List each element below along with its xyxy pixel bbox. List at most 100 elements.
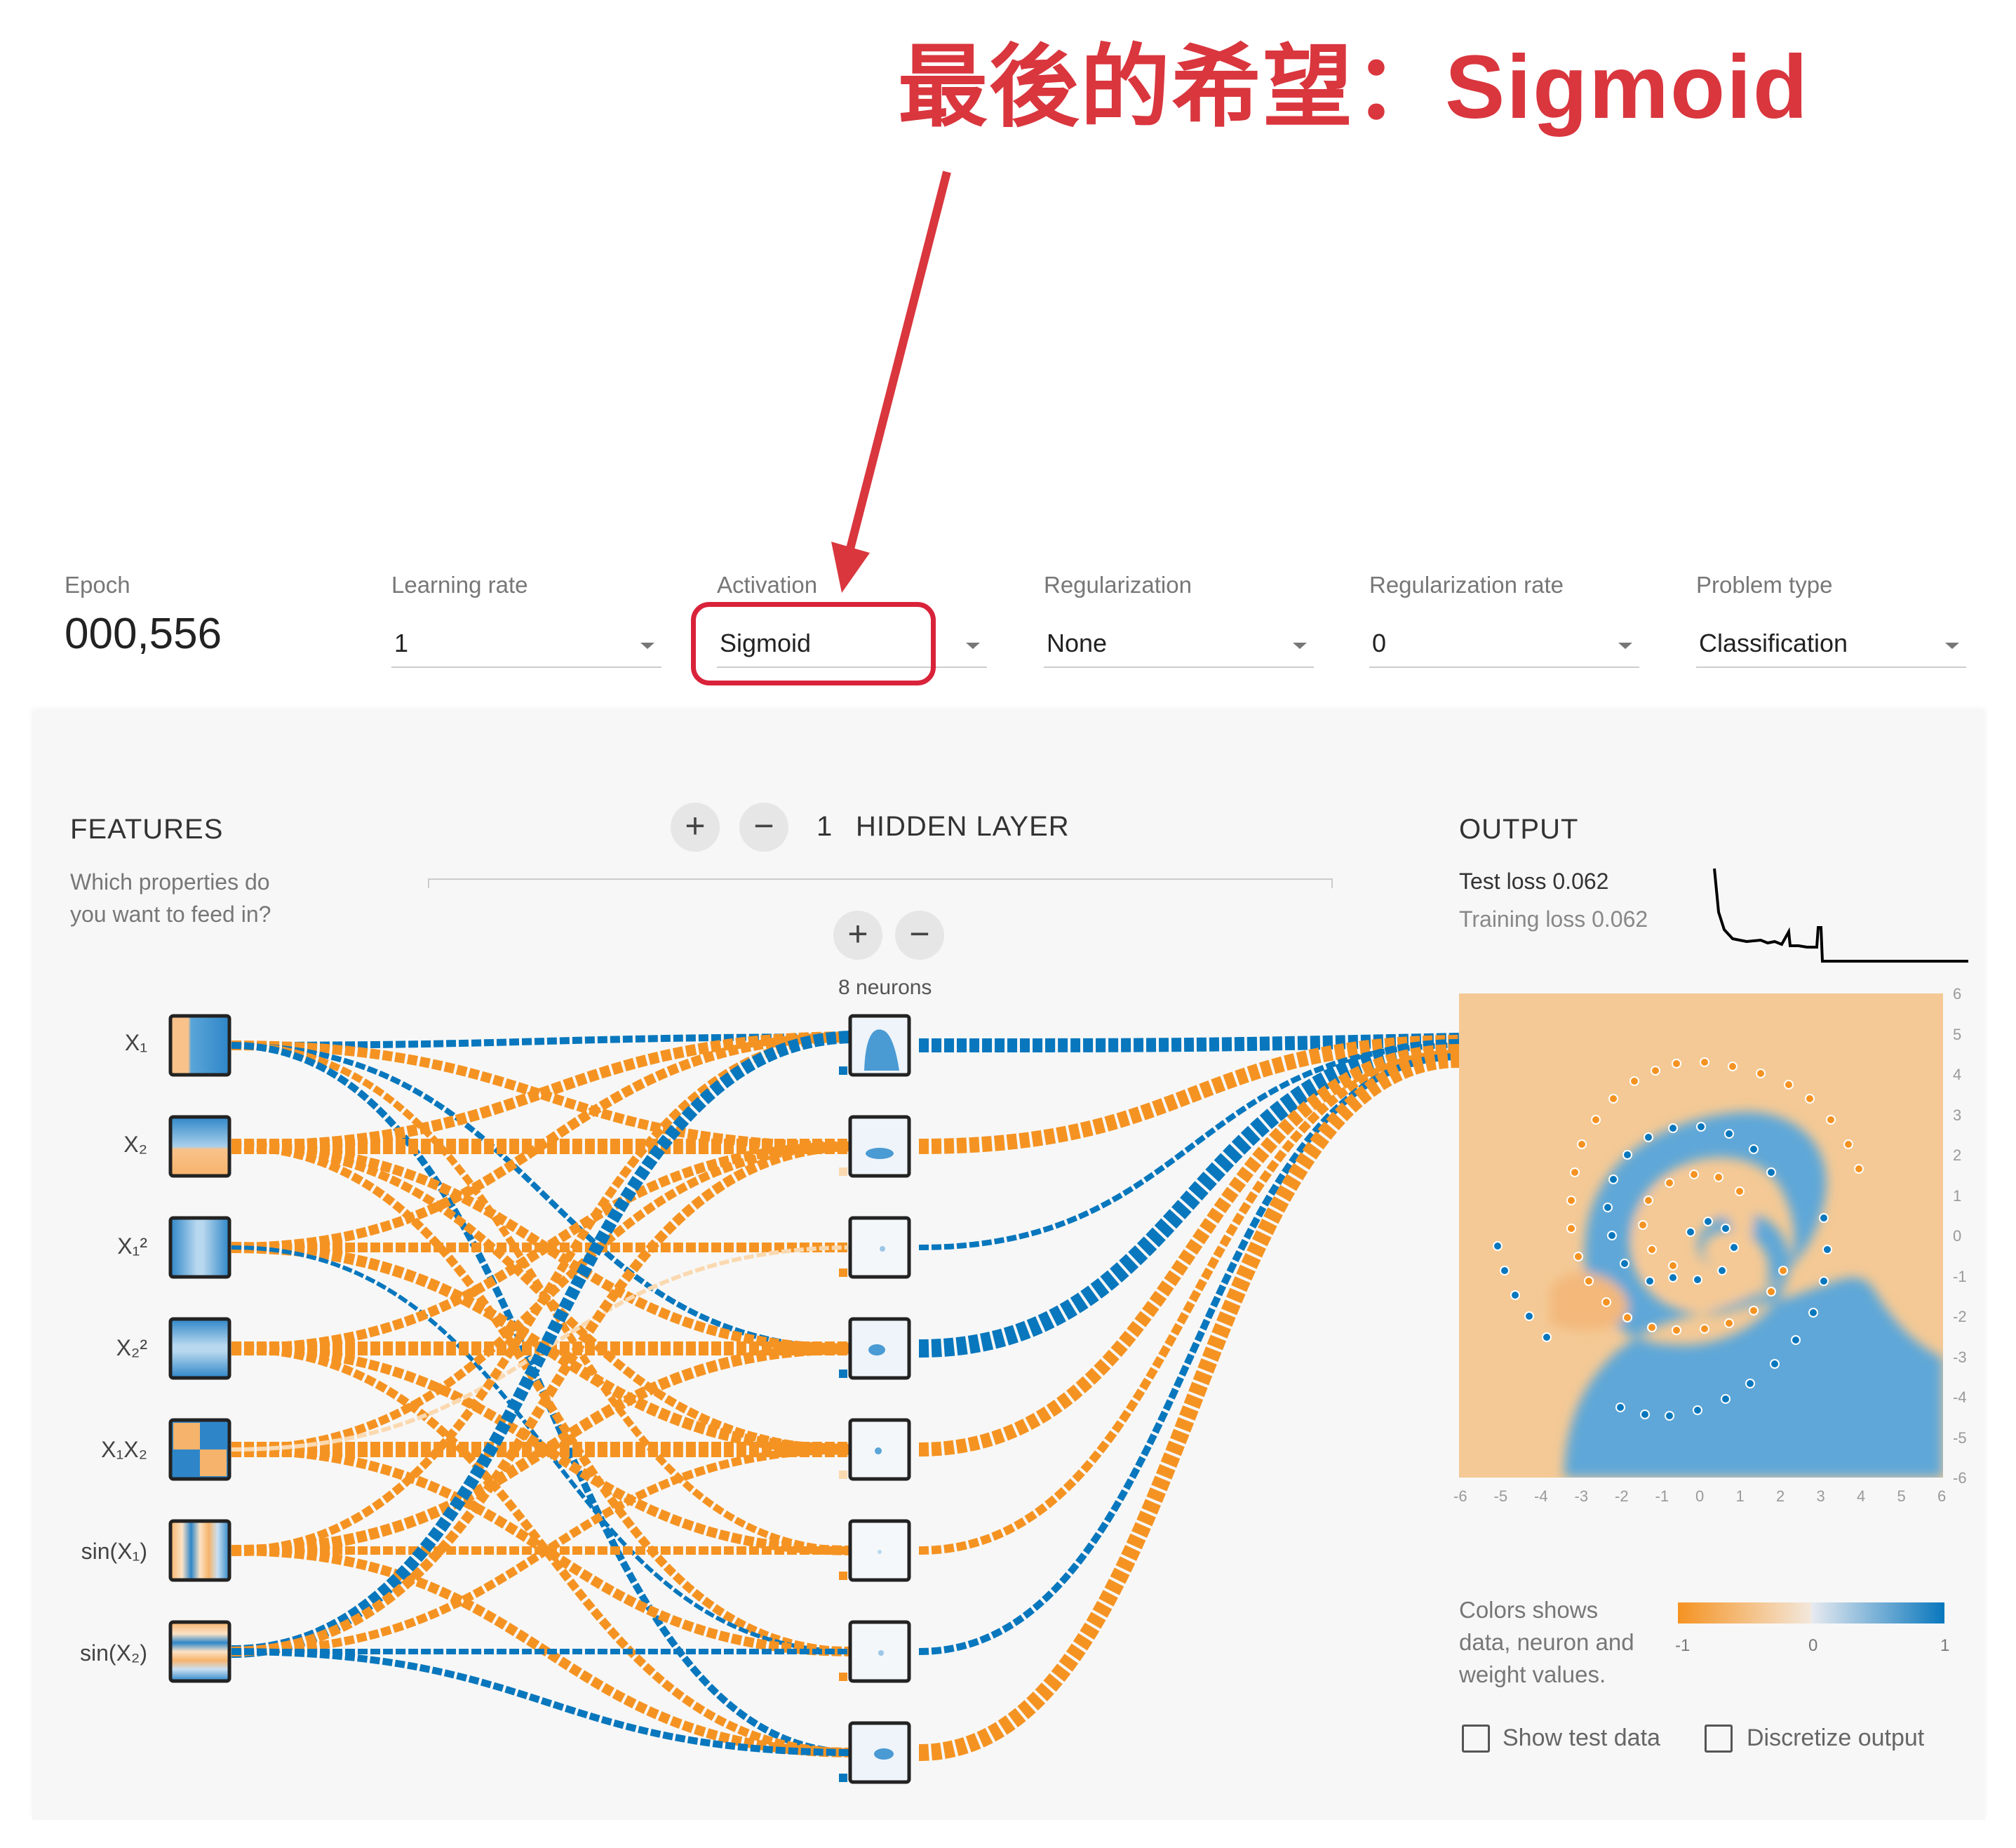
discretize-output-label[interactable]: Discretize output: [1747, 1725, 1924, 1752]
data-point: [1608, 1094, 1618, 1104]
y-tick: 3: [1953, 1106, 1962, 1124]
data-point: [1644, 1132, 1653, 1142]
data-point: [1703, 1217, 1713, 1226]
neuron-activation: [866, 1148, 894, 1159]
data-point: [1638, 1220, 1648, 1230]
data-point: [1805, 1094, 1815, 1104]
feature-node-sin-x1[interactable]: [168, 1519, 231, 1582]
x-tick: -3: [1574, 1487, 1589, 1505]
data-point: [1668, 1123, 1678, 1133]
x-tick: -2: [1615, 1487, 1629, 1505]
legend-min: -1: [1675, 1636, 1691, 1655]
data-point: [1570, 1167, 1580, 1177]
show-test-data-checkbox[interactable]: [1462, 1725, 1490, 1753]
data-point: [1721, 1224, 1731, 1233]
data-point: [1854, 1164, 1864, 1174]
y-tick: -1: [1953, 1267, 1967, 1285]
neuron-3[interactable]: [848, 1216, 911, 1279]
x-tick: 4: [1857, 1487, 1866, 1505]
data-point: [1826, 1115, 1836, 1125]
bias-marker[interactable]: [839, 1167, 847, 1176]
data-point: [1647, 1245, 1657, 1254]
data-point: [1724, 1318, 1734, 1328]
data-point: [1620, 1259, 1629, 1268]
data-point: [1573, 1252, 1583, 1261]
link[interactable]: [918, 1051, 1460, 1761]
data-point: [1843, 1139, 1853, 1149]
feature-node-x1[interactable]: [168, 1014, 231, 1077]
data-point: [1721, 1394, 1731, 1404]
data-point: [1629, 1076, 1639, 1086]
data-point: [1668, 1273, 1678, 1283]
data-point: [1686, 1227, 1695, 1237]
data-point: [1615, 1402, 1625, 1412]
data-point: [1745, 1379, 1755, 1388]
x-tick: -1: [1655, 1487, 1669, 1505]
data-point: [1717, 1266, 1727, 1275]
data-point: [1724, 1129, 1734, 1139]
link[interactable]: [231, 1141, 856, 1656]
feature-node-sin-x2[interactable]: [168, 1620, 231, 1683]
bias-marker[interactable]: [839, 1673, 847, 1681]
feature-quadrant: [173, 1423, 200, 1449]
data-point: [1672, 1059, 1681, 1069]
feature-node-x1-squared[interactable]: [168, 1216, 231, 1279]
bias-marker[interactable]: [839, 1370, 847, 1378]
neuron-2[interactable]: [848, 1115, 911, 1178]
data-point: [1591, 1115, 1601, 1125]
y-tick: 5: [1953, 1025, 1962, 1043]
data-point: [1668, 1261, 1678, 1271]
legend-text-line-2: data, neuron and: [1459, 1629, 1634, 1655]
y-tick: -4: [1953, 1388, 1967, 1406]
data-point: [1608, 1174, 1618, 1184]
show-test-data-label[interactable]: Show test data: [1503, 1725, 1660, 1752]
data-point: [1542, 1332, 1552, 1342]
bias-marker[interactable]: [839, 1268, 847, 1277]
y-tick: 0: [1953, 1227, 1962, 1245]
data-point: [1735, 1186, 1745, 1196]
data-point: [1601, 1297, 1611, 1307]
data-point: [1766, 1167, 1776, 1177]
legend-max: 1: [1940, 1636, 1950, 1655]
data-point: [1700, 1057, 1709, 1067]
link[interactable]: [231, 1648, 856, 1756]
hidden-output-links: [918, 1033, 1460, 1761]
y-tick: 2: [1953, 1146, 1962, 1164]
neuron-activation: [880, 1246, 885, 1252]
y-tick: 6: [1953, 985, 1962, 1003]
data-point: [1622, 1150, 1632, 1160]
y-tick: -5: [1953, 1428, 1967, 1447]
x-tick: 5: [1897, 1487, 1906, 1505]
bias-marker[interactable]: [839, 1572, 847, 1580]
discretize-output-checkbox[interactable]: [1705, 1725, 1733, 1753]
feature-quadrant: [200, 1449, 227, 1476]
data-point: [1729, 1243, 1739, 1252]
output-heading: OUTPUT: [1459, 814, 1579, 845]
link[interactable]: [918, 1050, 1460, 1555]
test-loss: Test loss 0.062: [1459, 869, 1609, 894]
data-point: [1566, 1224, 1576, 1233]
data-point: [1784, 1080, 1794, 1090]
data-point: [1510, 1290, 1520, 1300]
x-tick: -6: [1453, 1487, 1467, 1505]
data-point: [1756, 1069, 1766, 1078]
feature-node-x2[interactable]: [168, 1115, 231, 1178]
link[interactable]: [231, 1033, 856, 1555]
legend-text-line-1: Colors shows: [1459, 1597, 1599, 1623]
data-point: [1700, 1324, 1709, 1334]
data-point: [1791, 1335, 1801, 1345]
x-tick: 1: [1735, 1487, 1745, 1505]
x-tick: 3: [1816, 1487, 1825, 1505]
x-tick: 6: [1937, 1487, 1947, 1505]
data-point: [1645, 1276, 1655, 1286]
data-point: [1584, 1276, 1594, 1286]
data-point: [1665, 1411, 1674, 1421]
data-point: [1647, 1323, 1657, 1332]
neuron-activation: [875, 1447, 882, 1454]
data-point: [1822, 1245, 1832, 1254]
feature-node-x2-squared[interactable]: [168, 1317, 231, 1380]
data-point: [1640, 1410, 1650, 1419]
bias-marker[interactable]: [839, 1774, 847, 1782]
bias-marker[interactable]: [839, 1066, 847, 1075]
bias-marker[interactable]: [839, 1471, 847, 1479]
